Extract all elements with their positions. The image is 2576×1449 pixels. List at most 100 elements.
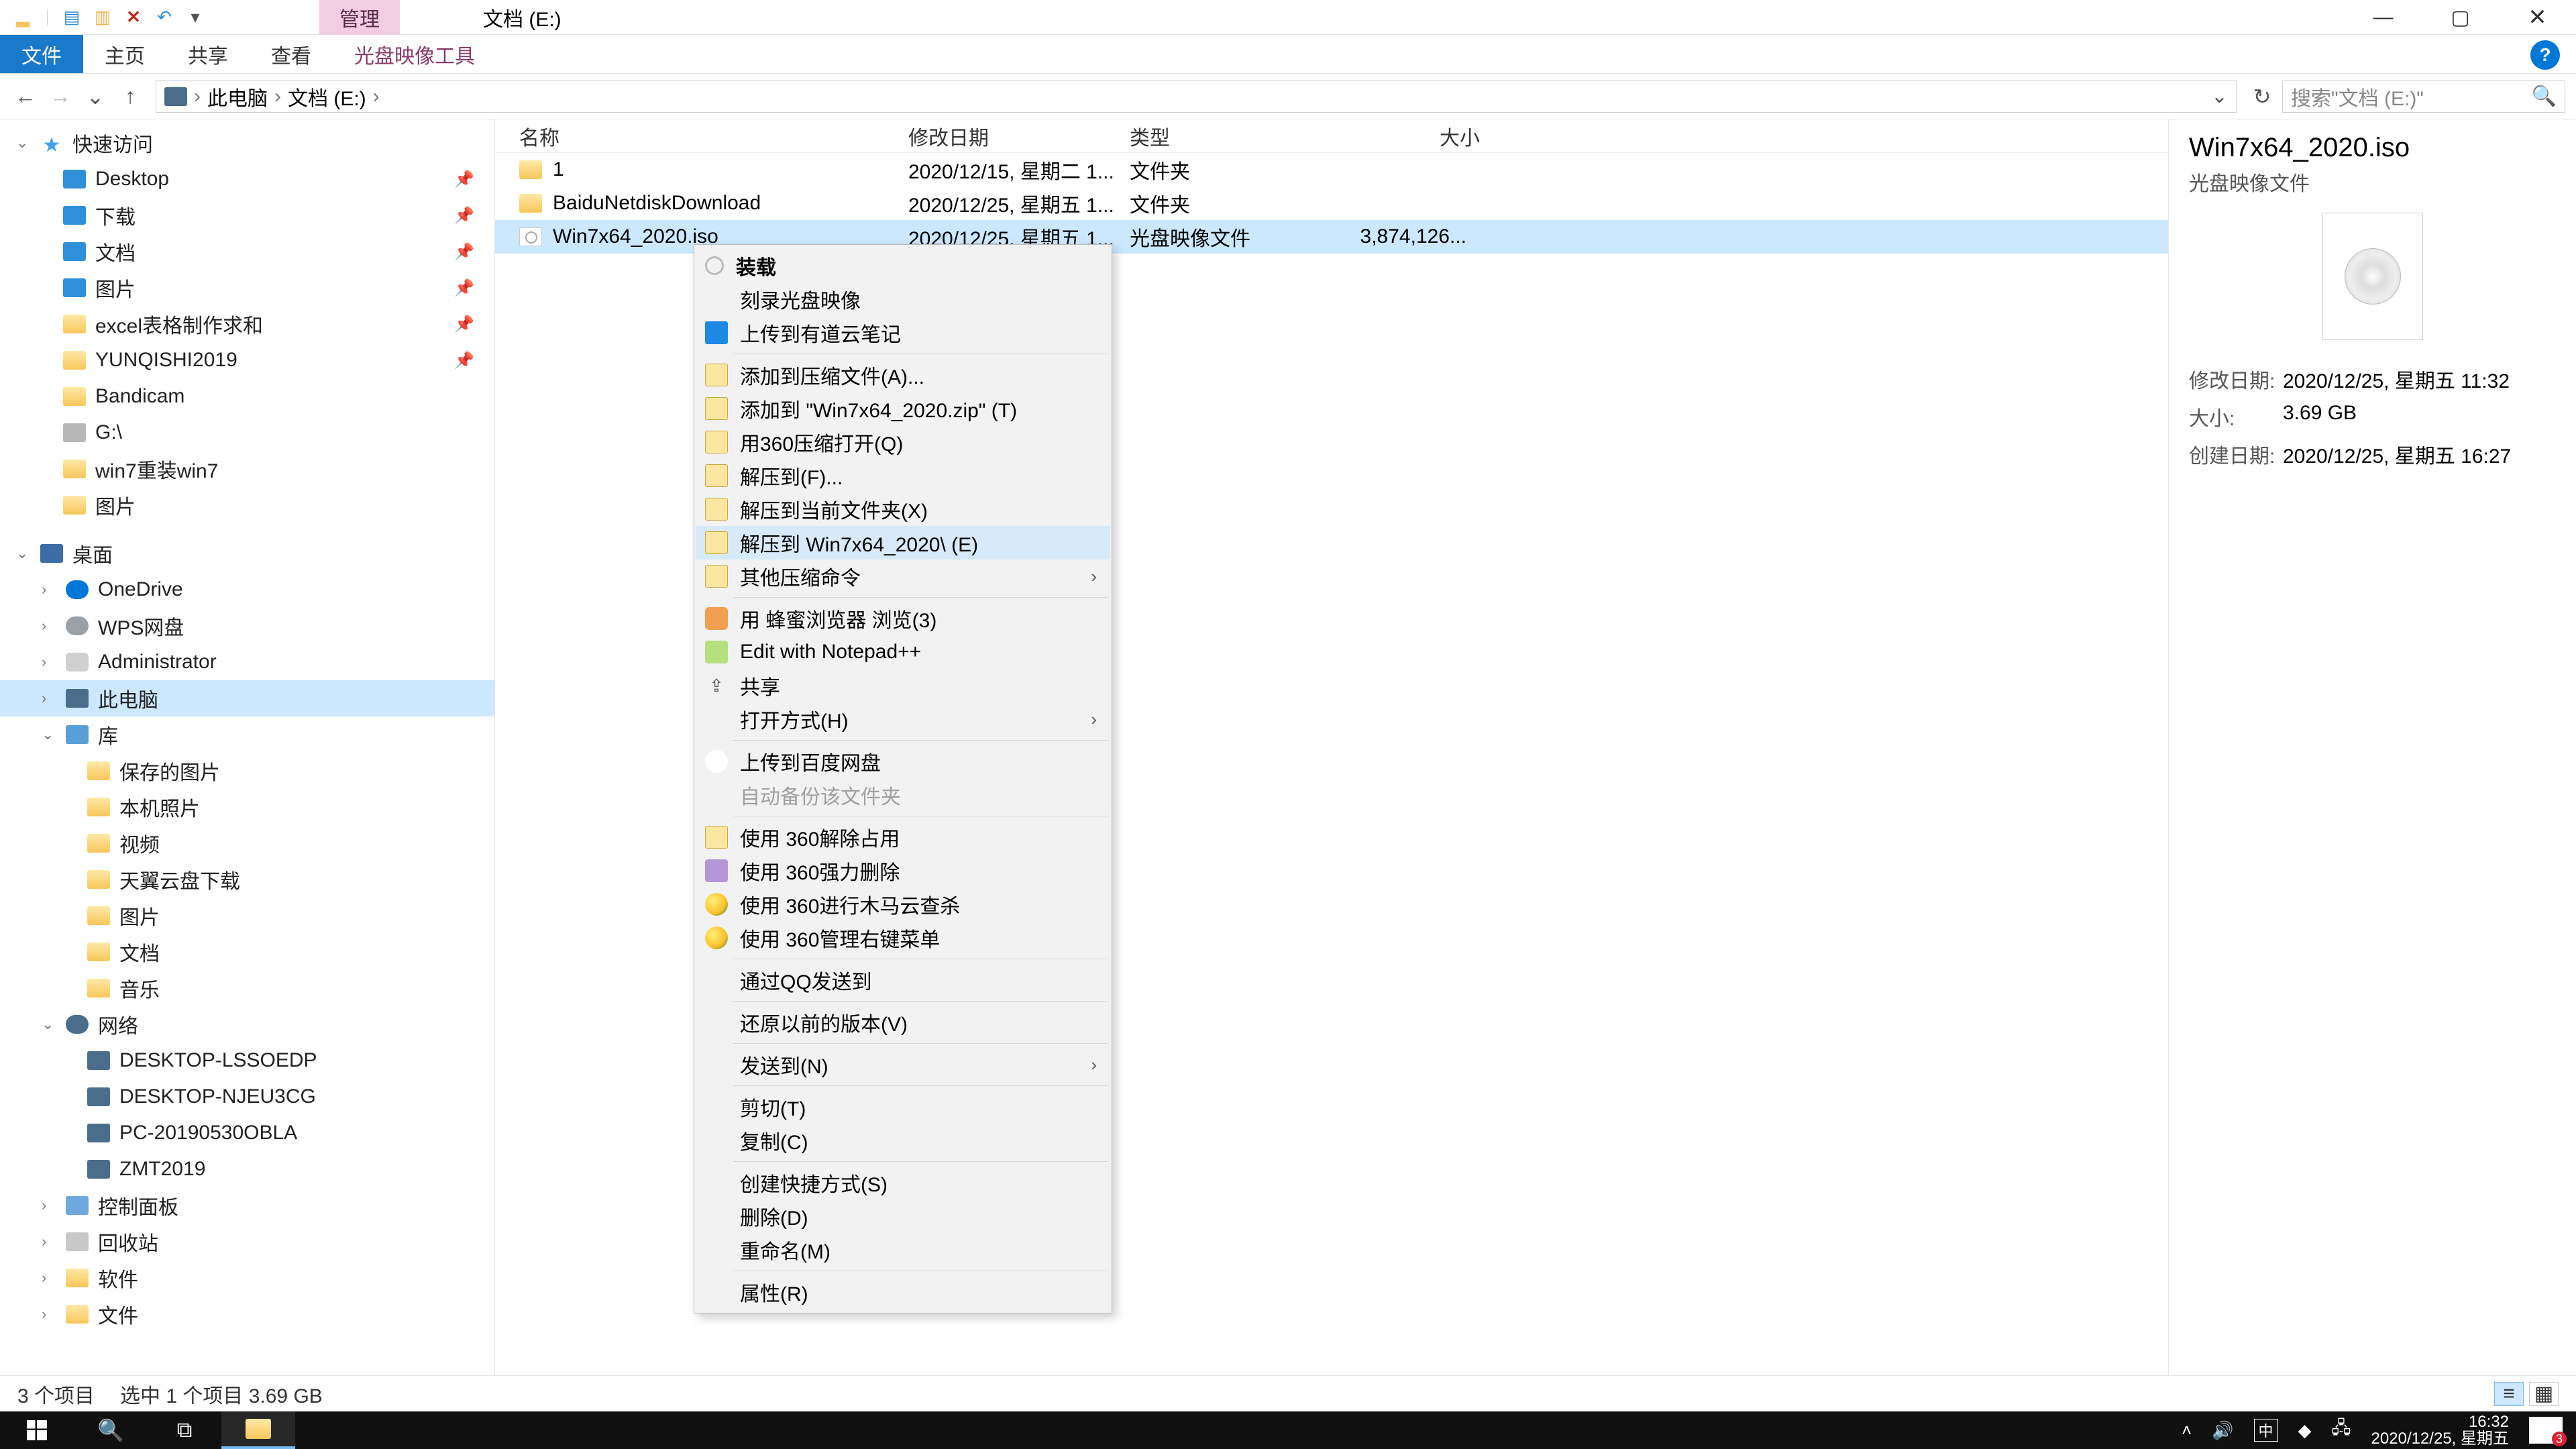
context-menu-item[interactable]: 添加到 "Win7x64_2020.zip" (T) [696, 392, 1110, 425]
tree-item[interactable]: ›OneDrive [0, 572, 494, 608]
tree-item[interactable]: 音乐 [0, 970, 494, 1006]
context-menu-item[interactable]: 打开方式(H)› [696, 702, 1110, 736]
tree-item[interactable]: 图片 [0, 898, 494, 934]
context-menu-item[interactable]: 剪切(T) [696, 1090, 1110, 1124]
context-menu-item[interactable]: 刻录光盘映像 [696, 282, 1110, 316]
tray-volume-icon[interactable]: 🔊 [2212, 1420, 2233, 1441]
tree-item[interactable]: ZMT2019 [0, 1151, 494, 1187]
qat-delete-icon[interactable]: ✕ [124, 8, 143, 27]
context-menu-item[interactable]: 发送到(N)› [696, 1048, 1110, 1081]
tree-item[interactable]: Bandicam [0, 378, 494, 415]
expand-chevron-icon[interactable]: › [42, 1269, 56, 1287]
view-details-button[interactable]: ≡ [2494, 1382, 2524, 1406]
tree-item[interactable]: ⌄桌面 [0, 535, 494, 572]
tray-app-icon[interactable]: ◆ [2298, 1420, 2312, 1441]
tree-item[interactable]: 本机照片 [0, 789, 494, 825]
expand-chevron-icon[interactable]: › [42, 1233, 56, 1250]
context-menu-item[interactable]: 装载 [696, 249, 1110, 282]
tree-item[interactable]: ›文件 [0, 1296, 494, 1332]
context-menu-item[interactable]: 其他压缩命令› [696, 559, 1110, 593]
column-size[interactable]: 大小 [1312, 121, 1480, 151]
context-menu-item[interactable]: 使用 360进行木马云查杀 [696, 888, 1110, 921]
column-type[interactable]: 类型 [1130, 121, 1312, 151]
tree-item[interactable]: excel表格制作求和📌 [0, 306, 494, 342]
context-menu-item[interactable]: 使用 360管理右键菜单 [696, 921, 1110, 955]
tree-item[interactable]: ›Administrator [0, 644, 494, 680]
expand-chevron-icon[interactable]: ⌄ [16, 545, 31, 562]
context-menu-item[interactable]: 使用 360强力删除 [696, 854, 1110, 888]
context-menu-item[interactable]: 删除(D) [696, 1199, 1110, 1233]
ribbon-tab-view[interactable]: 查看 [250, 35, 333, 73]
context-menu-item[interactable]: 用 蜂蜜浏览器 浏览(3) [696, 602, 1110, 635]
context-menu-item[interactable]: 解压到当前文件夹(X) [696, 492, 1110, 526]
tree-item[interactable]: 视频 [0, 825, 494, 861]
context-menu-item[interactable]: 上传到百度网盘 [696, 745, 1110, 778]
tray-ime-indicator[interactable]: 中 [2254, 1419, 2278, 1442]
tree-item[interactable]: ⌄网络 [0, 1006, 494, 1042]
tree-item[interactable]: ›回收站 [0, 1224, 494, 1260]
tree-item[interactable]: ⌄★快速访问 [0, 125, 494, 161]
qat-properties-icon[interactable]: ▤ [62, 8, 81, 27]
expand-chevron-icon[interactable]: › [42, 581, 56, 598]
context-menu-item[interactable]: 用360压缩打开(Q) [696, 425, 1110, 459]
breadcrumb[interactable]: › 此电脑 › 文档 (E:) › ⌄ [156, 80, 2237, 113]
search-input[interactable]: 搜索"文档 (E:)" 🔍 [2282, 80, 2565, 113]
ribbon-context-tab-title[interactable]: 管理 [319, 0, 400, 35]
expand-chevron-icon[interactable]: › [42, 1197, 56, 1214]
tree-item[interactable]: 图片📌 [0, 270, 494, 306]
minimize-button[interactable]: — [2345, 0, 2422, 35]
tree-item[interactable]: 文档 [0, 934, 494, 970]
qat-new-folder-icon[interactable]: ▥ [93, 8, 112, 27]
column-name[interactable]: 名称 [519, 121, 908, 151]
tree-item[interactable]: YUNQISHI2019📌 [0, 342, 494, 378]
breadcrumb-history-dropdown[interactable]: ⌄ [2211, 85, 2228, 108]
tray-network-icon[interactable]: 🖧 [2332, 1415, 2351, 1445]
tree-item[interactable]: 下载📌 [0, 197, 494, 233]
expand-chevron-icon[interactable]: ⌄ [16, 134, 31, 152]
nav-forward-button[interactable]: → [46, 82, 75, 111]
breadcrumb-this-pc[interactable]: 此电脑 [207, 82, 268, 111]
context-menu-item[interactable]: ⇪共享 [696, 669, 1110, 702]
tree-item[interactable]: win7重装win7 [0, 451, 494, 487]
taskbar-explorer-button[interactable] [221, 1411, 295, 1449]
tree-item[interactable]: Desktop📌 [0, 161, 494, 197]
context-menu-item[interactable]: 重命名(M) [696, 1233, 1110, 1267]
tree-item[interactable]: 天翼云盘下载 [0, 861, 494, 898]
context-menu-item[interactable]: 添加到压缩文件(A)... [696, 358, 1110, 392]
file-row[interactable]: BaiduNetdiskDownload2020/12/25, 星期五 1...… [495, 186, 2168, 220]
taskbar-taskview-button[interactable]: ⧉ [148, 1411, 221, 1449]
tree-item[interactable]: ›WPS网盘 [0, 608, 494, 644]
close-button[interactable]: ✕ [2499, 0, 2576, 35]
context-menu-item[interactable]: 使用 360解除占用 [696, 820, 1110, 854]
ribbon-tab-home[interactable]: 主页 [83, 35, 166, 73]
context-menu-item[interactable]: 解压到 Win7x64_2020\ (E) [696, 526, 1110, 559]
expand-chevron-icon[interactable]: ⌄ [42, 1016, 56, 1033]
context-menu-item[interactable]: Edit with Notepad++ [696, 635, 1110, 669]
context-menu-item[interactable]: 解压到(F)... [696, 459, 1110, 492]
context-menu-item[interactable]: 上传到有道云笔记 [696, 316, 1110, 350]
tree-item[interactable]: 文档📌 [0, 233, 494, 270]
context-menu-item[interactable]: 创建快捷方式(S) [696, 1166, 1110, 1199]
tree-item[interactable]: ⌄库 [0, 716, 494, 753]
tree-item[interactable]: 图片 [0, 487, 494, 523]
tray-notifications-button[interactable]: 3 [2529, 1417, 2563, 1444]
ribbon-tab-disc-image-tools[interactable]: 光盘映像工具 [333, 35, 496, 73]
tree-item[interactable]: ›控制面板 [0, 1187, 494, 1224]
context-menu-item[interactable]: 还原以前的版本(V) [696, 1006, 1110, 1039]
tray-overflow-button[interactable]: ˄ [2182, 1420, 2192, 1441]
expand-chevron-icon[interactable]: › [42, 1305, 56, 1323]
context-menu-item[interactable]: 属性(R) [696, 1275, 1110, 1309]
tray-clock[interactable]: 16:32 2020/12/25, 星期五 [2371, 1413, 2509, 1447]
expand-chevron-icon[interactable]: ⌄ [42, 726, 56, 743]
tree-item[interactable]: 保存的图片 [0, 753, 494, 789]
tree-item[interactable]: DESKTOP-NJEU3CG [0, 1079, 494, 1115]
view-large-icons-button[interactable]: ▦ [2529, 1382, 2559, 1406]
column-date[interactable]: 修改日期 [908, 121, 1130, 151]
qat-explorer-icon[interactable]: ▂ [13, 8, 32, 27]
start-button[interactable] [0, 1411, 74, 1449]
tree-item[interactable]: PC-20190530OBLA [0, 1115, 494, 1151]
context-menu-item[interactable]: 通过QQ发送到 [696, 963, 1110, 997]
expand-chevron-icon[interactable]: › [42, 653, 56, 671]
tree-item[interactable]: DESKTOP-LSSOEDP [0, 1042, 494, 1079]
tree-item[interactable]: ›此电脑 [0, 680, 494, 716]
